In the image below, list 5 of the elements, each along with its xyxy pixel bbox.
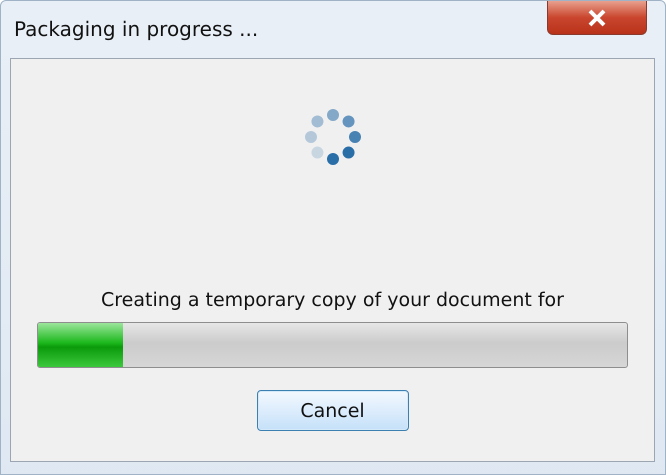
window-title: Packaging in progress ...: [14, 17, 258, 41]
status-message: Creating a temporary copy of your document for: [101, 289, 564, 311]
close-button[interactable]: [547, 1, 647, 35]
cancel-button[interactable]: Cancel: [256, 390, 408, 431]
close-icon: [586, 8, 608, 26]
